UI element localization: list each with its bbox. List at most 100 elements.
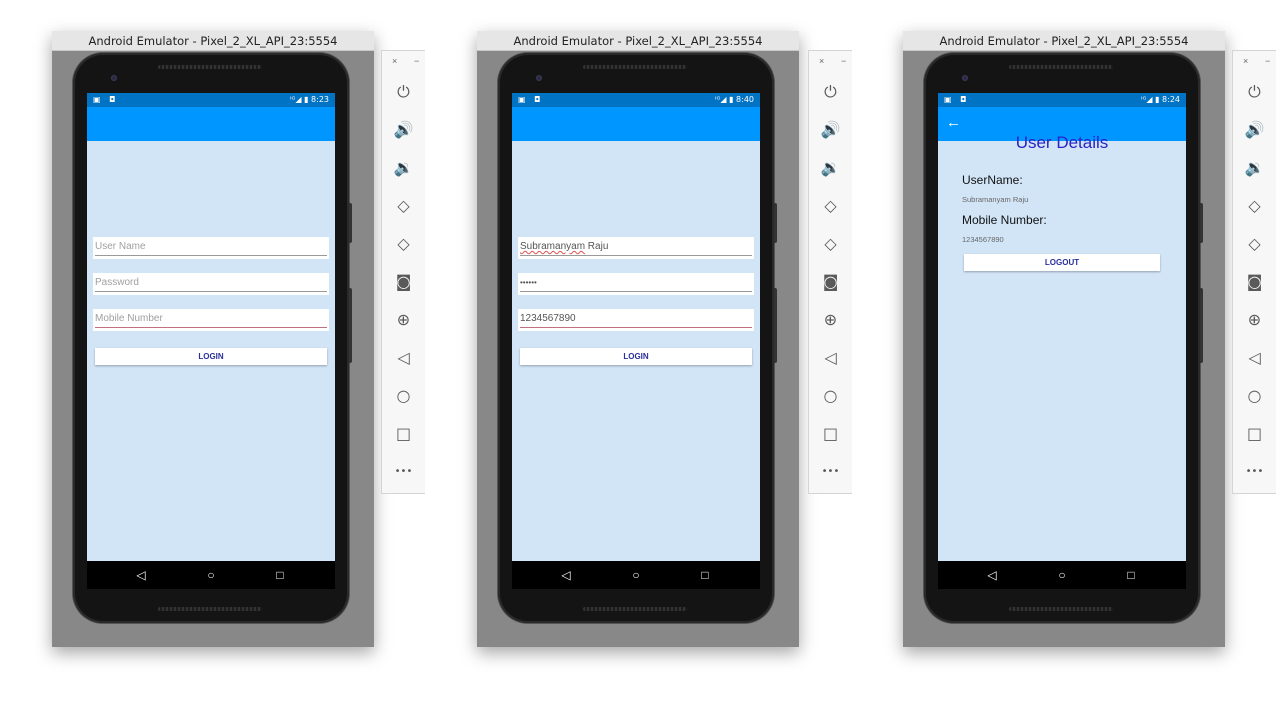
window-title: Android Emulator - Pixel_2_XL_API_23:555… bbox=[477, 31, 799, 51]
mobile-number-label: Mobile Number: bbox=[962, 213, 1047, 227]
zoom-icon[interactable]: ⊕ bbox=[382, 311, 425, 329]
password-placeholder: Password bbox=[95, 277, 139, 288]
nav-back-icon[interactable]: ◁ bbox=[982, 567, 1002, 583]
password-input[interactable]: •••••• bbox=[518, 273, 754, 295]
minimize-icon[interactable]: − bbox=[1265, 56, 1270, 66]
login-button[interactable]: LOGIN bbox=[95, 348, 327, 365]
volume-up-icon[interactable]: 🔊 bbox=[1233, 121, 1276, 139]
volume-down-icon[interactable]: 🔉 bbox=[1233, 159, 1276, 177]
camera-icon[interactable]: ◙ bbox=[809, 273, 852, 291]
username-input[interactable]: Subramanyam Raju bbox=[518, 237, 754, 259]
back-arrow-icon[interactable]: ← bbox=[946, 113, 961, 133]
nav-recents-icon[interactable]: □ bbox=[1121, 567, 1141, 583]
minimize-icon[interactable]: − bbox=[841, 56, 846, 66]
rotate-left-icon[interactable]: ◇ bbox=[809, 197, 852, 215]
rotate-left-icon[interactable]: ◇ bbox=[1233, 197, 1276, 215]
app-screen: ▣ ◘ ᴵᴳ◢ ▮ 8:24 ← User Details UserName: … bbox=[938, 93, 1186, 589]
username-label: UserName: bbox=[962, 173, 1023, 187]
camera-icon[interactable]: ◙ bbox=[382, 273, 425, 291]
status-time: 8:24 bbox=[1162, 95, 1180, 104]
power-icon[interactable]: ⏻ bbox=[382, 83, 425, 101]
emulator-toolbar-2: × − ⏻ 🔊 🔉 ◇ ◇ ◙ ⊕ ◁ ○ □ ••• bbox=[808, 50, 852, 494]
side-button bbox=[774, 203, 777, 243]
home-icon[interactable]: ○ bbox=[809, 387, 852, 405]
status-bar: ▣ ◘ ᴵᴳ◢ ▮ 8:24 bbox=[938, 93, 1186, 107]
navigation-bar: ◁ ○ □ bbox=[87, 561, 335, 589]
nav-back-icon[interactable]: ◁ bbox=[131, 567, 151, 583]
rotate-left-icon[interactable]: ◇ bbox=[382, 197, 425, 215]
more-icon[interactable]: ••• bbox=[382, 463, 425, 481]
side-button bbox=[349, 203, 352, 243]
home-icon[interactable]: ○ bbox=[382, 387, 425, 405]
phone-frame: ▣ ◘ ᴵᴳ◢ ▮ 8:24 ← User Details UserName: … bbox=[924, 53, 1203, 623]
password-value: •••••• bbox=[520, 278, 537, 287]
close-icon[interactable]: × bbox=[1243, 56, 1248, 66]
back-icon[interactable]: ◁ bbox=[382, 349, 425, 367]
power-icon[interactable]: ⏻ bbox=[1233, 83, 1276, 101]
volume-down-icon[interactable]: 🔉 bbox=[382, 159, 425, 177]
close-icon[interactable]: × bbox=[392, 56, 397, 66]
navigation-bar: ◁ ○ □ bbox=[938, 561, 1186, 589]
login-button[interactable]: LOGIN bbox=[520, 348, 752, 365]
front-camera bbox=[536, 75, 542, 81]
bottom-speaker bbox=[1009, 607, 1113, 611]
more-icon[interactable]: ••• bbox=[809, 463, 852, 481]
back-icon[interactable]: ◁ bbox=[809, 349, 852, 367]
volume-up-icon[interactable]: 🔊 bbox=[382, 121, 425, 139]
mobile-placeholder: Mobile Number bbox=[95, 313, 163, 324]
side-button bbox=[1200, 203, 1203, 243]
app-screen: ▣ ◘ ᴵᴳ◢ ▮ 8:40 Subramanyam Raju •••••• 1… bbox=[512, 93, 760, 589]
input-underline bbox=[520, 291, 752, 292]
username-placeholder: User Name bbox=[95, 241, 146, 252]
power-icon[interactable]: ⏻ bbox=[809, 83, 852, 101]
mobile-number-input[interactable]: Mobile Number bbox=[93, 309, 329, 331]
volume-up-icon[interactable]: 🔊 bbox=[809, 121, 852, 139]
back-icon[interactable]: ◁ bbox=[1233, 349, 1276, 367]
mobile-number-value: 1234567890 bbox=[962, 235, 1004, 244]
rotate-right-icon[interactable]: ◇ bbox=[382, 235, 425, 253]
overview-icon[interactable]: □ bbox=[382, 425, 425, 443]
home-icon[interactable]: ○ bbox=[1233, 387, 1276, 405]
rotate-right-icon[interactable]: ◇ bbox=[1233, 235, 1276, 253]
app-bar bbox=[87, 107, 335, 141]
nav-recents-icon[interactable]: □ bbox=[270, 567, 290, 583]
side-button bbox=[1200, 288, 1203, 363]
username-value-misspelled: Subramanyam bbox=[520, 241, 586, 252]
logout-button[interactable]: LOGOUT bbox=[964, 254, 1160, 271]
rotate-right-icon[interactable]: ◇ bbox=[809, 235, 852, 253]
username-input[interactable]: User Name bbox=[93, 237, 329, 259]
window-title: Android Emulator - Pixel_2_XL_API_23:555… bbox=[52, 31, 374, 51]
nav-home-icon[interactable]: ○ bbox=[201, 567, 221, 583]
nav-home-icon[interactable]: ○ bbox=[1052, 567, 1072, 583]
status-time: 8:23 bbox=[311, 95, 329, 104]
mobile-value: 1234567890 bbox=[520, 313, 576, 324]
zoom-icon[interactable]: ⊕ bbox=[1233, 311, 1276, 329]
username-value: Subramanyam Raju bbox=[962, 195, 1029, 204]
mobile-number-input[interactable]: 1234567890 bbox=[518, 309, 754, 331]
input-underline bbox=[520, 327, 752, 328]
front-camera bbox=[962, 75, 968, 81]
overview-icon[interactable]: □ bbox=[809, 425, 852, 443]
phone-frame: ▣ ◘ ᴵᴳ◢ ▮ 8:40 Subramanyam Raju •••••• 1… bbox=[498, 53, 777, 623]
emulator-toolbar-3: × − ⏻ 🔊 🔉 ◇ ◇ ◙ ⊕ ◁ ○ □ ••• bbox=[1232, 50, 1276, 494]
app-screen: ▣ ◘ ᴵᴳ◢ ▮ 8:23 User Name Password Mobile… bbox=[87, 93, 335, 589]
overview-icon[interactable]: □ bbox=[1233, 425, 1276, 443]
minimize-icon[interactable]: − bbox=[414, 56, 419, 66]
status-time: 8:40 bbox=[736, 95, 754, 104]
username-value-rest: Raju bbox=[585, 241, 609, 252]
signal-battery-icons: ᴵᴳ◢ ▮ bbox=[290, 95, 309, 104]
top-speaker bbox=[1009, 65, 1113, 69]
bottom-speaker bbox=[583, 607, 687, 611]
camera-icon[interactable]: ◙ bbox=[1233, 273, 1276, 291]
volume-down-icon[interactable]: 🔉 bbox=[809, 159, 852, 177]
more-icon[interactable]: ••• bbox=[1233, 463, 1276, 481]
signal-battery-icons: ᴵᴳ◢ ▮ bbox=[1141, 95, 1160, 104]
zoom-icon[interactable]: ⊕ bbox=[809, 311, 852, 329]
status-left-icons: ▣ ◘ bbox=[93, 95, 119, 104]
phone-frame: ▣ ◘ ᴵᴳ◢ ▮ 8:23 User Name Password Mobile… bbox=[73, 53, 352, 623]
nav-home-icon[interactable]: ○ bbox=[626, 567, 646, 583]
nav-recents-icon[interactable]: □ bbox=[695, 567, 715, 583]
password-input[interactable]: Password bbox=[93, 273, 329, 295]
nav-back-icon[interactable]: ◁ bbox=[556, 567, 576, 583]
close-icon[interactable]: × bbox=[819, 56, 824, 66]
